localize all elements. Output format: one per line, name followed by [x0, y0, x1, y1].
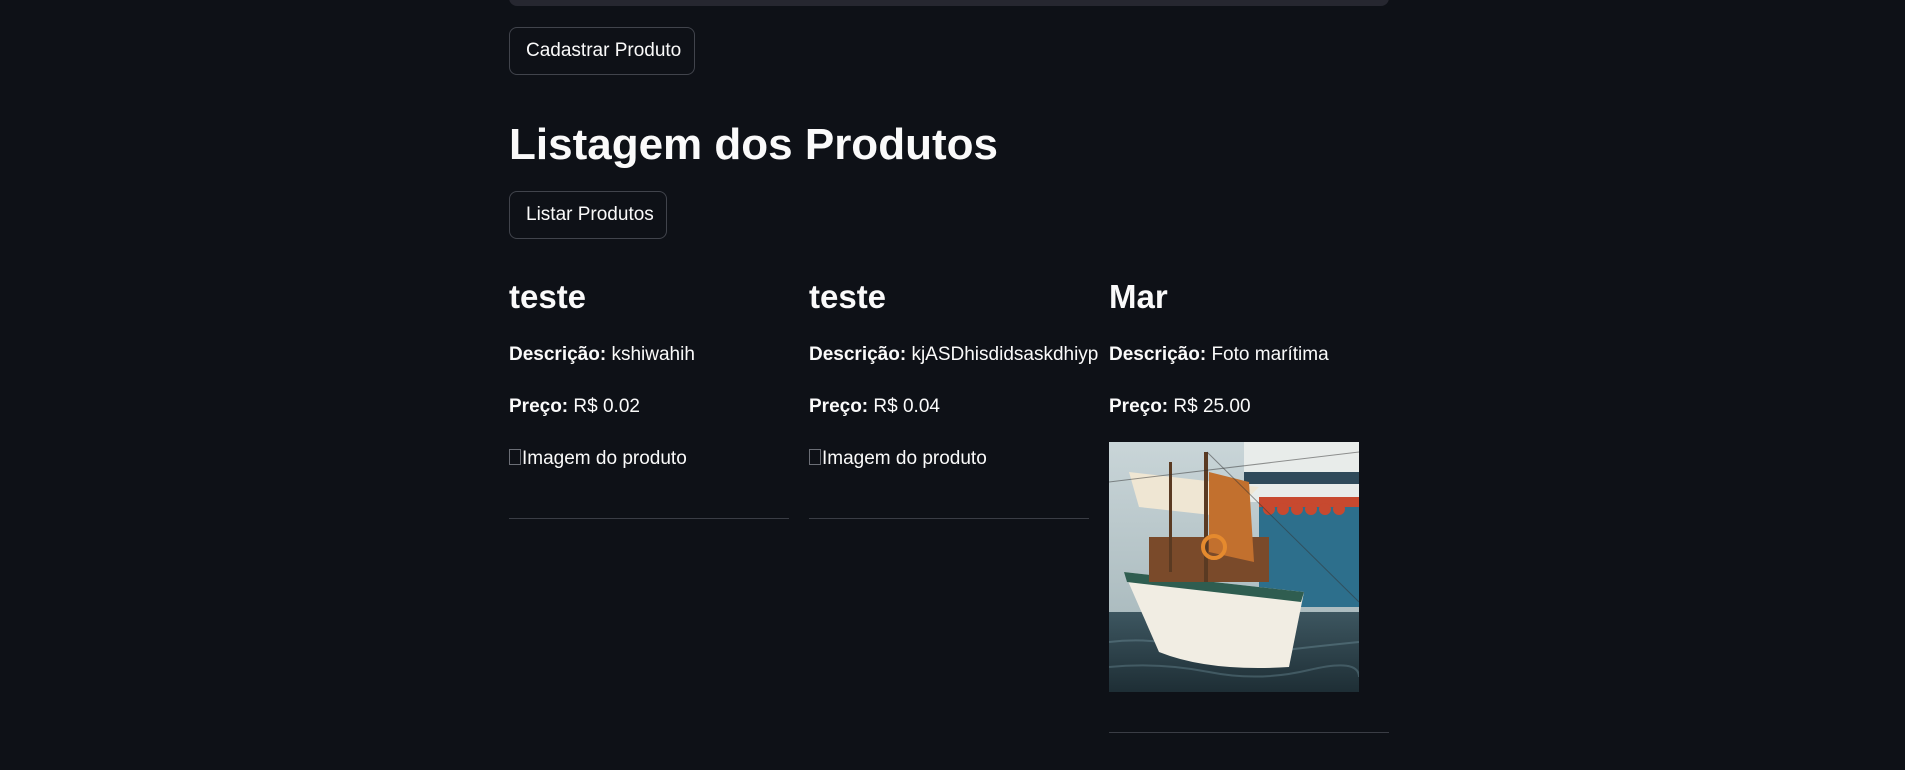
- product-price: Preço: R$ 25.00: [1109, 394, 1251, 420]
- description-label: Descrição:: [809, 344, 907, 365]
- description-value: Foto marítima: [1211, 344, 1329, 365]
- description-value: kshiwahih: [611, 344, 695, 365]
- form-container-edge: [509, 0, 1389, 6]
- register-product-button[interactable]: Cadastrar Produto: [509, 27, 695, 75]
- product-price: Preço: R$ 0.04: [809, 394, 940, 420]
- product-price: Preço: R$ 0.02: [509, 394, 640, 420]
- image-alt-text: Imagem do produto: [522, 448, 687, 469]
- price-value: R$ 0.04: [873, 396, 940, 417]
- product-divider: [509, 518, 789, 519]
- listing-title: Listagem dos Produtos: [509, 120, 998, 169]
- description-label: Descrição:: [1109, 344, 1207, 365]
- product-name: teste: [509, 278, 587, 315]
- product-image: [1109, 442, 1359, 692]
- price-label: Preço:: [809, 396, 869, 417]
- price-label: Preço:: [509, 396, 569, 417]
- product-divider: [1109, 732, 1389, 733]
- product-image-broken: Imagem do produto: [509, 446, 687, 472]
- description-value: kjASDhisdidsaskdhiyp: [911, 344, 1099, 365]
- product-name: Mar: [1109, 278, 1168, 315]
- product-name: teste: [809, 278, 887, 315]
- product-divider: [809, 518, 1089, 519]
- product-description: Descrição: kshiwahih: [509, 342, 695, 368]
- broken-image-icon: [809, 449, 821, 465]
- product-image-broken: Imagem do produto: [809, 446, 987, 472]
- product-description: Descrição: Foto marítima: [1109, 342, 1329, 368]
- broken-image-icon: [509, 449, 521, 465]
- image-alt-text: Imagem do produto: [822, 448, 987, 469]
- description-label: Descrição:: [509, 344, 607, 365]
- list-products-button[interactable]: Listar Produtos: [509, 191, 667, 239]
- app-page: Cadastrar Produto Listagem dos Produtos …: [0, 0, 1905, 770]
- sailboat-photo: [1109, 442, 1359, 692]
- price-value: R$ 25.00: [1173, 396, 1251, 417]
- price-label: Preço:: [1109, 396, 1169, 417]
- price-value: R$ 0.02: [573, 396, 640, 417]
- product-description: Descrição: kjASDhisdidsaskdhiyp: [809, 342, 1098, 368]
